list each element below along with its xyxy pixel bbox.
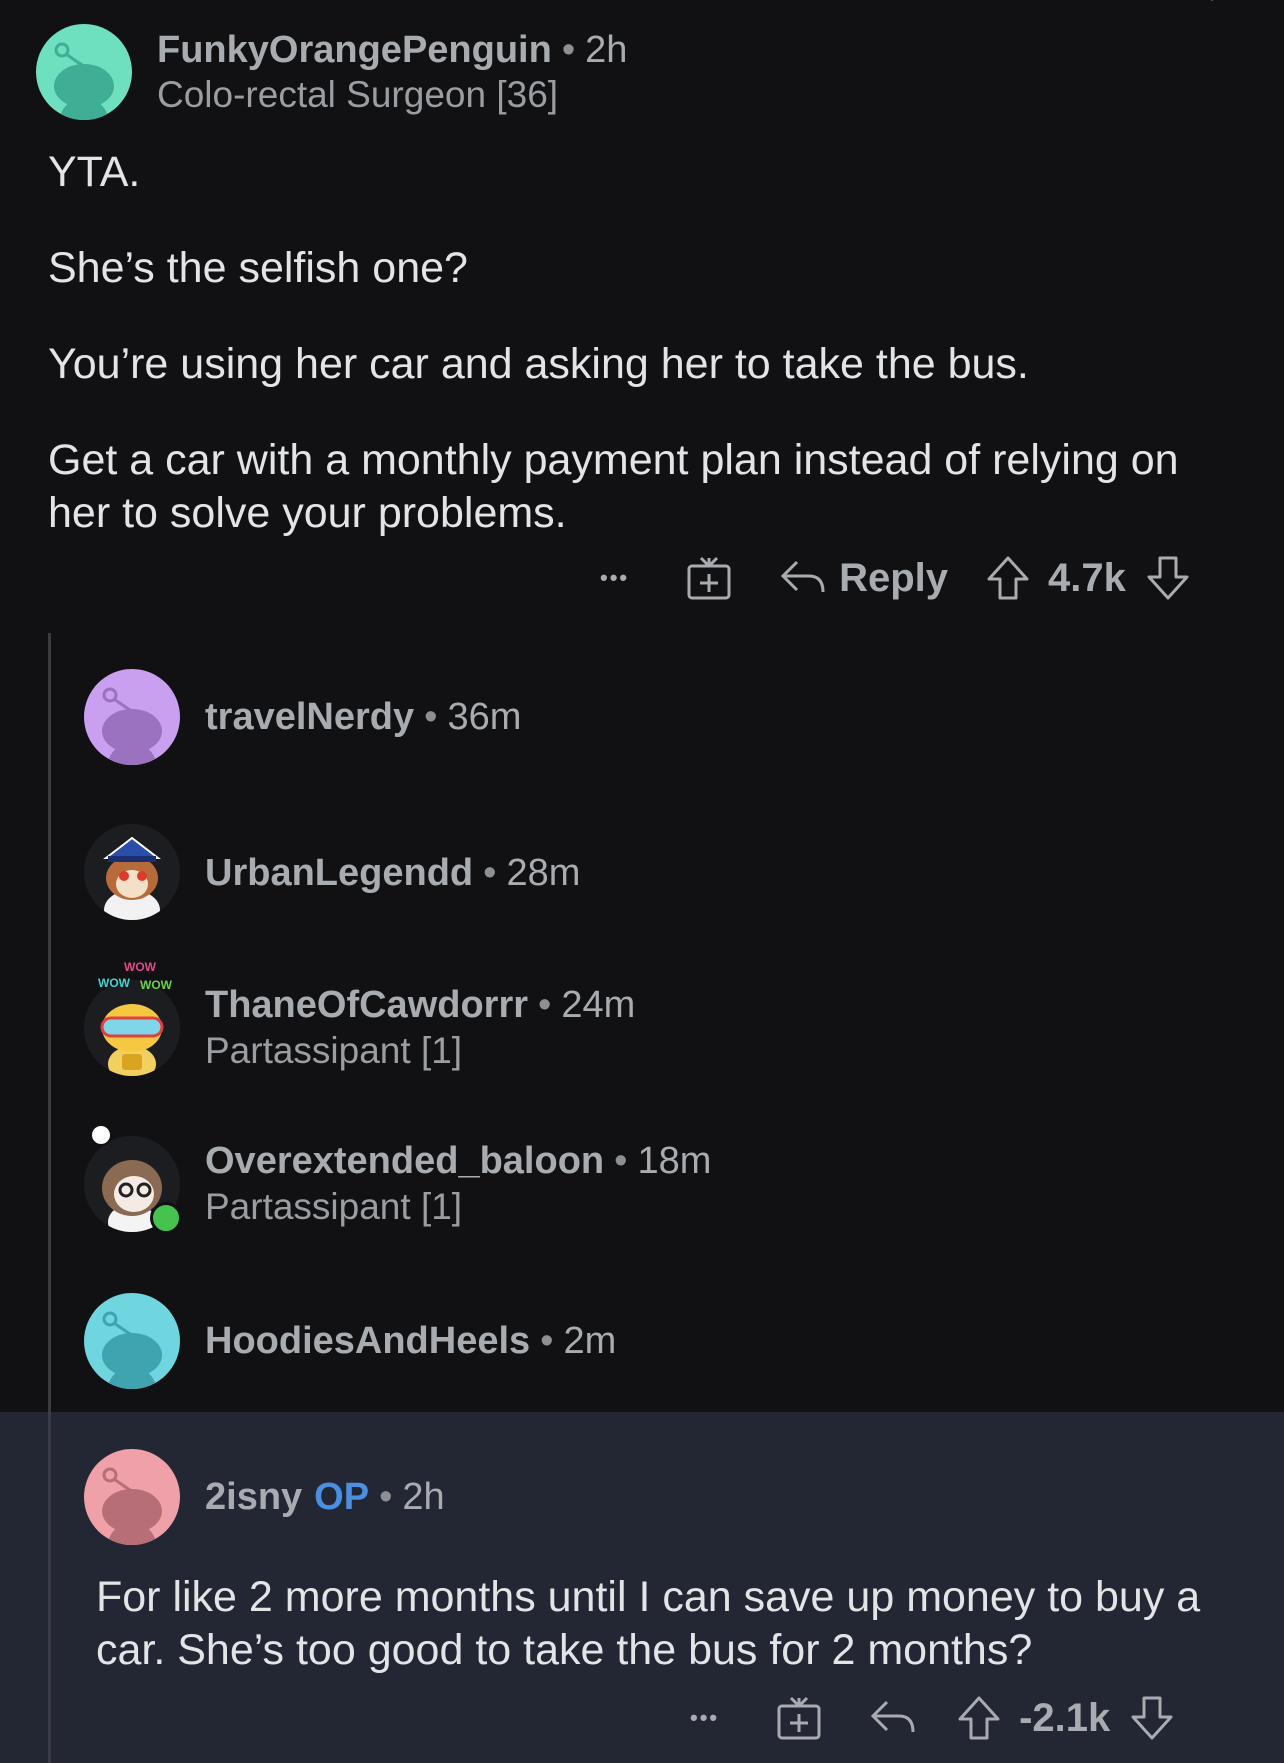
separator-dot: • <box>379 1476 393 1518</box>
downvote-arrow-icon <box>1131 1696 1173 1740</box>
comment-paragraph: Get a car with a monthly payment plan in… <box>48 436 1179 537</box>
reply-label: Reply <box>839 555 949 600</box>
avatar[interactable] <box>36 24 132 120</box>
avatar[interactable] <box>84 669 180 765</box>
downvote-button[interactable] <box>1146 555 1190 601</box>
comment-paragraph: For like 2 more months until I can save … <box>96 1573 1201 1674</box>
user-flair: Partassipant [1] <box>205 1186 463 1227</box>
upvote-arrow-icon <box>987 556 1029 600</box>
separator-dot: • <box>424 696 438 738</box>
separator-dot: • <box>540 1320 554 1362</box>
comment-actions: ••• Reply 4.7k <box>600 548 1190 608</box>
avatar-antenna <box>90 1124 112 1146</box>
award-button[interactable] <box>775 1694 823 1742</box>
reply-button[interactable] <box>869 1698 917 1738</box>
timestamp: 28m <box>506 852 581 894</box>
comment-meta: FunkyOrangePenguin • 2h <box>157 28 627 72</box>
comment-meta: 2isny OP • 2h <box>205 1475 445 1519</box>
comment-paragraph: You’re using her car and asking her to t… <box>48 340 1029 388</box>
gift-icon <box>687 556 731 600</box>
avatar-wow-text: WOW <box>140 978 172 992</box>
username[interactable]: UrbanLegendd <box>205 852 473 894</box>
op-badge: OP <box>314 1476 370 1518</box>
user-flair: Partassipant [1] <box>205 1030 463 1071</box>
username[interactable]: travelNerdy <box>205 696 414 738</box>
separator-dot: • <box>538 984 552 1026</box>
timestamp: 24m <box>561 984 636 1026</box>
comment-meta[interactable]: travelNerdy • 36m <box>205 695 521 739</box>
comment-meta[interactable]: Overextended_baloon • 18m <box>205 1139 711 1183</box>
comment-meta[interactable]: HoodiesAndHeels • 2m <box>205 1319 616 1363</box>
comment-body: For like 2 more months until I can save … <box>96 1571 1256 1677</box>
more-options-button[interactable]: ••• <box>690 1705 719 1731</box>
comment-paragraph: YTA. <box>48 148 141 196</box>
timestamp: 36m <box>447 696 522 738</box>
vote-score: 4.7k <box>1048 555 1126 600</box>
downvote-button[interactable] <box>1130 1695 1174 1741</box>
vote-score: -2.1k <box>1019 1695 1111 1740</box>
timestamp: 18m <box>637 1140 712 1182</box>
username[interactable]: Overextended_baloon <box>205 1140 604 1182</box>
username[interactable]: HoodiesAndHeels <box>205 1320 530 1362</box>
timestamp: 2h <box>585 29 628 71</box>
separator-dot: • <box>614 1140 628 1182</box>
snoo-avatar-icon <box>84 1293 180 1389</box>
upvote-button[interactable] <box>957 1695 1001 1741</box>
avatar-wow-text: WOW <box>98 976 130 990</box>
comment-meta[interactable]: UrbanLegendd • 28m <box>205 851 580 895</box>
avatar[interactable] <box>84 824 180 920</box>
reply-arrow-icon <box>870 1700 915 1733</box>
gift-icon <box>777 1696 821 1740</box>
reply-button[interactable]: Reply <box>779 556 948 601</box>
avatar[interactable] <box>84 1293 180 1389</box>
timestamp: 2h <box>402 1476 445 1518</box>
snoo-avatar-icon <box>36 24 132 120</box>
avatar[interactable]: WOW WOW WOW <box>84 960 180 1076</box>
timestamp: 2m <box>563 1320 617 1362</box>
comment-body: YTA. She’s the selfish one? You’re using… <box>48 146 1248 540</box>
separator-dot: • <box>483 852 497 894</box>
avatar-wow-text: WOW <box>124 960 156 974</box>
snoo-avatar-icon <box>84 1449 180 1545</box>
comment-paragraph: She’s the selfish one? <box>48 244 468 292</box>
downvote-arrow-icon <box>1147 556 1189 600</box>
avatar[interactable] <box>84 1449 180 1545</box>
avatar[interactable] <box>84 1124 182 1234</box>
more-options-button[interactable]: ••• <box>600 565 629 591</box>
username[interactable]: ThaneOfCawdorrr <box>205 984 528 1026</box>
comment-actions: ••• -2.1k <box>690 1688 1174 1748</box>
username[interactable]: 2isny <box>205 1476 302 1518</box>
user-flair: Colo-rectal Surgeon [36] <box>157 74 559 115</box>
chevron-down-icon[interactable] <box>1194 0 1230 8</box>
upvote-button[interactable] <box>986 555 1030 601</box>
snoo-avatar-icon <box>84 669 180 765</box>
online-status-dot <box>150 1202 182 1234</box>
comment-meta[interactable]: ThaneOfCawdorrr • 24m <box>205 983 635 1027</box>
upvote-arrow-icon <box>958 1696 1000 1740</box>
award-button[interactable] <box>685 554 733 602</box>
thread-collapse-line[interactable] <box>48 1412 51 1763</box>
separator-dot: • <box>561 29 576 71</box>
custom-avatar-icon <box>84 980 180 1076</box>
username[interactable]: FunkyOrangePenguin <box>157 29 552 71</box>
reply-arrow-icon <box>780 560 825 593</box>
custom-avatar-icon <box>84 824 180 920</box>
